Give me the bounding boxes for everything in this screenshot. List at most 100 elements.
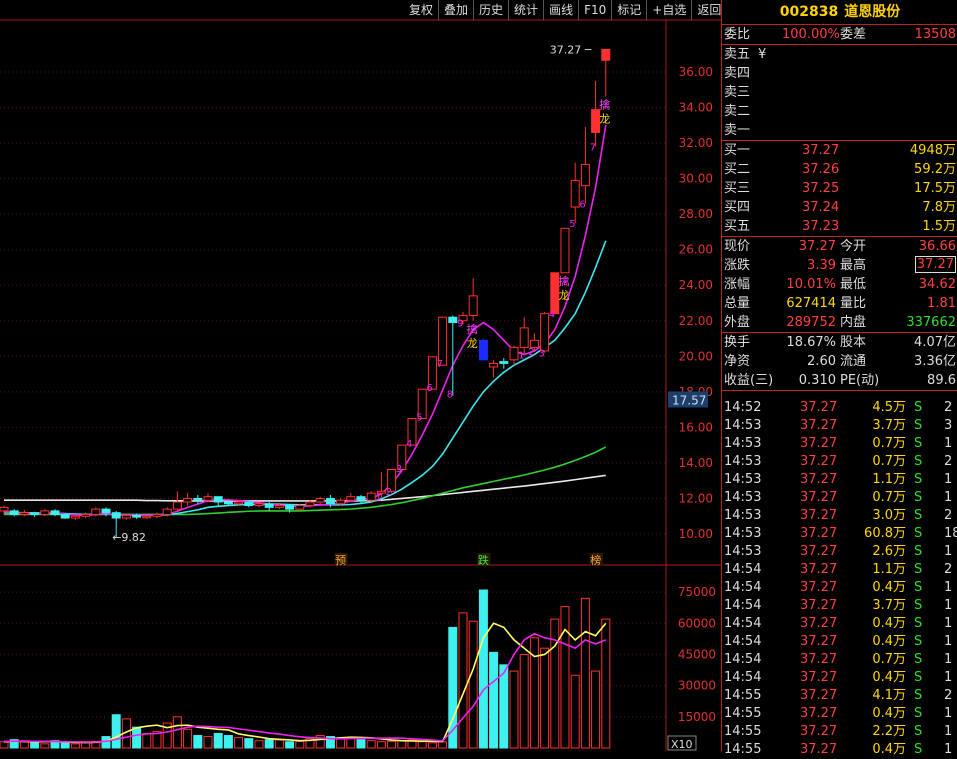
- level-label: 买四: [724, 200, 751, 215]
- trade-row: 14:55 37.27 0.4万 S 1: [722, 705, 957, 723]
- qinlong-label: 龙: [467, 337, 478, 350]
- volume-bar: [591, 670, 601, 749]
- trade-volume: 1.1万: [872, 562, 906, 577]
- trade-side: S: [914, 472, 923, 487]
- sequence-label: 3: [539, 349, 545, 360]
- candle: [601, 48, 611, 97]
- trade-time: 14:54: [724, 652, 762, 667]
- candle-body: [489, 362, 499, 368]
- candle-body: [468, 295, 478, 316]
- trade-side: S: [914, 418, 923, 433]
- volume-bar: [427, 742, 437, 749]
- candle-body: [121, 514, 131, 519]
- volume-bar: [397, 740, 407, 749]
- trade-count: 2: [944, 400, 953, 415]
- toolbar-item-6[interactable]: 标记: [611, 0, 646, 20]
- candle: [580, 127, 590, 204]
- trade-row: 14:53 37.27 3.0万 S 2: [722, 507, 957, 525]
- trade-price: 37.27: [800, 670, 838, 685]
- stat-label: 总量: [724, 296, 751, 311]
- trade-time: 14:54: [724, 580, 762, 595]
- trade-volume: 60.8万: [864, 526, 906, 541]
- sequence-label: 8: [447, 389, 453, 400]
- trade-count: 1: [944, 472, 953, 487]
- stat-label: 股本: [840, 335, 867, 350]
- trade-price: 37.27: [800, 634, 838, 649]
- toolbar-item-1[interactable]: 叠加: [438, 0, 473, 20]
- stat-value: 289752: [786, 315, 836, 330]
- vol-tick-label: 60000: [678, 616, 716, 630]
- volume-bar: [438, 741, 448, 749]
- volume-bar: [132, 726, 142, 749]
- candle: [203, 493, 213, 503]
- candle-body: [478, 339, 488, 361]
- trade-count: 1: [944, 490, 953, 505]
- candle-body: [509, 346, 519, 361]
- trade-count: 1: [944, 724, 953, 739]
- level-label: 买一: [724, 143, 751, 158]
- candle: [264, 502, 274, 511]
- level-label: 卖五: [724, 47, 751, 62]
- level-volume: 7.8万: [922, 200, 956, 215]
- volume-bar: [478, 589, 488, 749]
- trade-side: S: [914, 508, 923, 523]
- vol-tick-label: 15000: [678, 710, 716, 724]
- volume-bar: [40, 743, 50, 749]
- toolbar-item-7[interactable]: +自选: [646, 0, 691, 20]
- trade-volume: 0.4万: [872, 634, 906, 649]
- trade-volume: 0.7万: [872, 454, 906, 469]
- fundamental-row-0: 换手 18.67% 股本 4.07亿: [722, 333, 957, 352]
- weibi-label: 委比: [724, 27, 751, 42]
- stat-label: 流通: [840, 354, 867, 369]
- sequence-label: 7: [590, 143, 596, 154]
- candle: [19, 510, 29, 517]
- volume-bar: [111, 714, 121, 749]
- candle: [183, 493, 193, 506]
- toolbar-item-5[interactable]: F10: [578, 0, 611, 20]
- volume-axis: 15000 30000 45000 60000 75000 X10: [667, 585, 716, 751]
- level-volume: 1.5万: [922, 219, 956, 234]
- candle-body: [346, 496, 356, 501]
- trade-row: 14:55 37.27 2.2万 S 1: [722, 723, 957, 741]
- sequence-label: 7: [437, 359, 443, 370]
- trade-side: S: [914, 526, 923, 541]
- trade-volume: 0.4万: [872, 706, 906, 721]
- trade-row: 14:54 37.27 0.4万 S 1: [722, 669, 957, 687]
- stat-row-3: 总量 627414 量比 1.81: [722, 294, 957, 313]
- level-label: 买三: [724, 181, 751, 196]
- trade-price: 37.27: [800, 508, 838, 523]
- trade-price: 37.27: [800, 472, 838, 487]
- toolbar-item-3[interactable]: 统计: [508, 0, 543, 20]
- volume-bar: [274, 739, 284, 749]
- candle-body: [183, 497, 193, 503]
- candle: [315, 496, 325, 504]
- volume-bar: [356, 739, 366, 749]
- price-gridlines: [0, 19, 721, 751]
- stat-label: 换手: [724, 335, 751, 350]
- trade-side: S: [914, 598, 923, 613]
- trade-side: S: [914, 688, 923, 703]
- qinlong-label: 擒: [599, 98, 610, 112]
- trade-count: 18: [944, 526, 957, 541]
- trade-row: 14:54 37.27 0.7万 S 1: [722, 651, 957, 669]
- volume-bar: [570, 674, 580, 749]
- candle-body: [580, 163, 590, 187]
- buy-level-5: 买五 37.23 1.5万: [722, 217, 957, 237]
- trade-time: 14:53: [724, 490, 762, 505]
- candle: [489, 359, 499, 378]
- toolbar-item-0[interactable]: 复权: [404, 0, 438, 20]
- trade-time: 14:55: [724, 688, 762, 703]
- toolbar-item-4[interactable]: 画线: [543, 0, 578, 20]
- trade-price: 37.27: [800, 436, 838, 451]
- candle-body: [203, 496, 213, 501]
- trade-volume: 3.7万: [872, 418, 906, 433]
- candle: [519, 317, 529, 355]
- candle: [91, 507, 101, 517]
- candle: [366, 491, 376, 503]
- trade-time: 14:55: [724, 724, 762, 739]
- toolbar-item-2[interactable]: 历史: [473, 0, 508, 20]
- candle: [448, 315, 458, 396]
- volume-bar: [550, 618, 560, 749]
- tick-trades-list: 14:52 37.27 4.5万 S 2 14:53 37.27 3.7万 S 3 14:53 37.…: [722, 399, 957, 759]
- sequence-label: 5: [416, 412, 422, 423]
